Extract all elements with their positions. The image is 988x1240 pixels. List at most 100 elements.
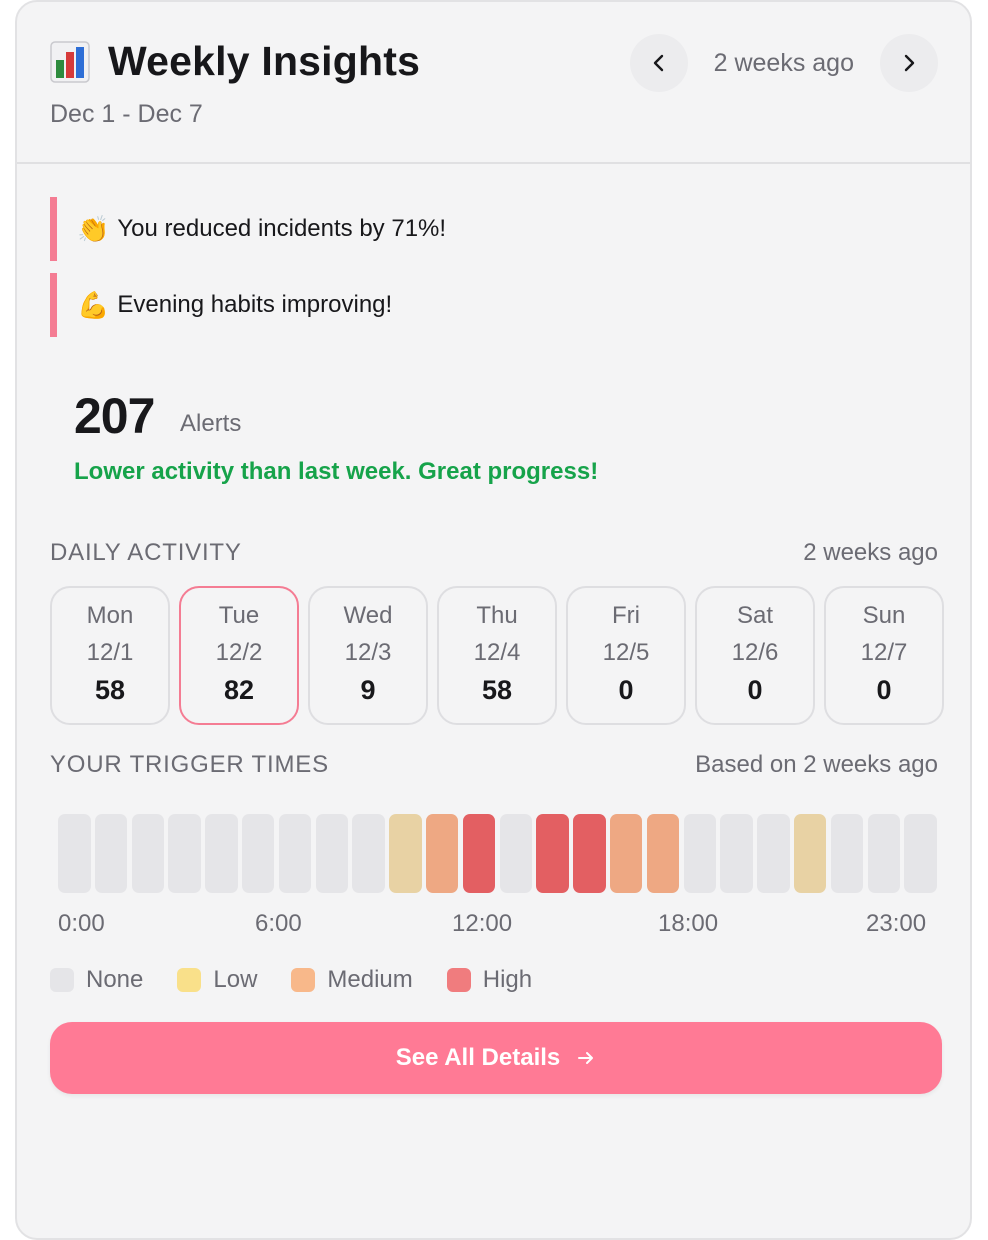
legend-item-low: Low [177,966,257,994]
trigger-times-meta: Based on 2 weeks ago [695,751,938,778]
hour-cell[interactable] [58,814,91,893]
day-count: 9 [360,675,376,705]
trigger-times-title: YOUR TRIGGER TIMES [50,751,329,778]
axis-label: 12:00 [452,910,513,937]
chevron-left-icon [653,54,663,72]
day-name: Mon [86,602,134,629]
day-count: 0 [618,675,634,705]
arrow-right-icon [576,1048,596,1068]
day-date: 12/6 [731,639,779,666]
day-count: 0 [876,675,892,705]
insight-text: You reduced incidents by 71%! [117,215,447,242]
day-count: 82 [223,675,255,705]
heatmap-legend: None Low Medium High [50,966,566,994]
hour-cell[interactable] [241,814,275,893]
flexed-biceps-icon: 💪 [77,289,110,320]
hour-cell[interactable] [425,814,459,893]
day-date: 12/1 [86,639,134,666]
hour-cell[interactable] [757,814,790,893]
day-name: Fri [612,602,640,629]
hour-cell[interactable] [278,814,312,893]
date-range: Dec 1 - Dec 7 [50,100,203,128]
hour-cell[interactable] [904,814,937,893]
period-label: 2 weeks ago [713,48,854,77]
hour-cell[interactable] [793,814,827,893]
day-name: Wed [343,602,393,629]
legend-label: None [86,966,144,993]
day-date: 12/7 [860,639,908,666]
day-tile-sat[interactable]: Sat 12/6 0 [695,586,815,725]
card-header: Weekly Insights Dec 1 - Dec 7 2 weeks ag… [17,2,970,164]
axis-label: 0:00 [58,910,105,937]
legend-item-medium: Medium [291,966,413,994]
bar-chart-icon [50,40,90,83]
insight-banner: 💪 Evening habits improving! [50,273,930,337]
legend-swatch-medium [291,968,316,992]
day-count: 58 [94,675,126,705]
daily-activity-title: DAILY ACTIVITY [50,539,242,566]
hour-cell[interactable] [867,814,901,893]
cta-label: See All Details [395,1044,561,1071]
page-title: Weekly Insights [108,38,421,84]
alert-count: 207 [74,388,155,444]
day-tile-sun[interactable]: Sun 12/7 0 [824,586,944,725]
day-selector: Mon 12/1 58 Tue 12/2 82 Wed 12/3 9 Thu 12/4 58 Fri 12… [50,586,944,725]
hour-cell[interactable] [573,814,606,893]
hour-cell[interactable] [389,814,422,893]
hour-cell[interactable] [94,814,128,893]
day-tile-tue[interactable]: Tue 12/2 82 [179,586,299,725]
period-navigator: 2 weeks ago [629,34,938,92]
hourly-heatmap [58,814,937,893]
day-count: 58 [481,675,513,705]
day-date: 12/4 [473,639,521,666]
progress-message: Lower activity than last week. Great pro… [74,458,599,485]
hour-cell[interactable] [683,814,717,893]
axis-label: 23:00 [866,910,927,937]
alert-unit: Alerts [180,410,242,437]
hour-cell[interactable] [536,814,569,893]
hour-cell[interactable] [205,814,238,893]
daily-activity-meta: 2 weeks ago [803,539,938,566]
hour-cell[interactable] [352,814,385,893]
legend-swatch-low [177,968,202,992]
legend-label: Low [213,966,258,993]
hour-cell[interactable] [609,814,643,893]
day-tile-mon[interactable]: Mon 12/1 58 [50,586,170,725]
hour-cell[interactable] [646,814,680,893]
hour-cell[interactable] [830,814,864,893]
hour-cell[interactable] [131,814,165,893]
hour-cell[interactable] [315,814,349,893]
hour-cell[interactable] [462,814,496,893]
legend-swatch-none [50,968,74,992]
day-date: 12/3 [344,639,392,666]
day-name: Thu [476,602,518,629]
day-tile-thu[interactable]: Thu 12/4 58 [437,586,557,725]
legend-item-high: High [446,966,533,994]
axis-label: 18:00 [658,910,719,937]
see-all-details-button[interactable]: See All Details [50,1022,942,1094]
clapping-hands-icon: 👏 [77,213,110,244]
day-date: 12/2 [215,639,263,666]
previous-period-button[interactable] [629,34,688,92]
hour-cell[interactable] [168,814,201,893]
weekly-insights-card: Weekly Insights Dec 1 - Dec 7 2 weeks ag… [15,0,972,1240]
legend-swatch-high [446,968,471,992]
day-name: Sat [736,602,774,629]
title-row: Weekly Insights [50,38,420,85]
day-count: 0 [747,675,763,705]
legend-label: High [482,966,533,993]
next-period-button[interactable] [880,34,938,92]
hour-cell[interactable] [720,814,753,893]
hour-cell[interactable] [499,814,533,893]
day-tile-wed[interactable]: Wed 12/3 9 [308,586,428,725]
chevron-right-icon [904,54,915,72]
day-name: Tue [218,602,260,629]
insight-text: Evening habits improving! [117,291,393,318]
day-name: Sun [862,602,906,629]
day-tile-fri[interactable]: Fri 12/5 0 [566,586,686,725]
legend-label: Medium [327,966,413,993]
insight-banner: 👏 You reduced incidents by 71%! [50,197,930,261]
day-date: 12/5 [602,639,650,666]
legend-item-none: None [50,966,143,994]
axis-label: 6:00 [255,910,302,937]
